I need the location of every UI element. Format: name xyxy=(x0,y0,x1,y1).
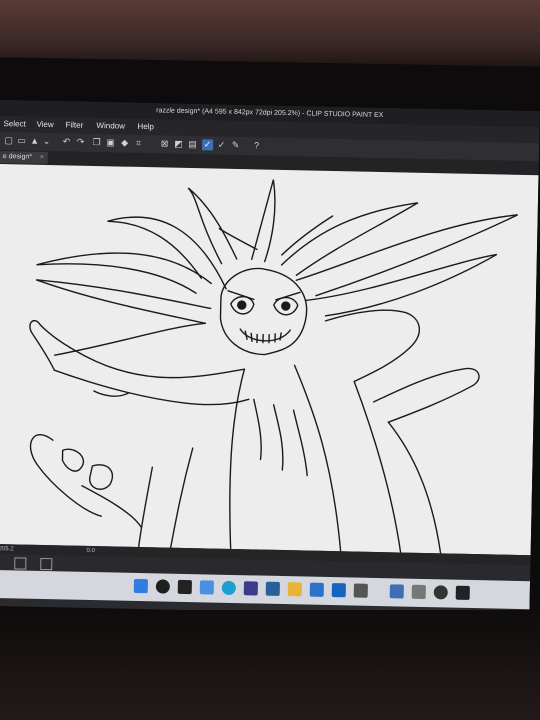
mail-icon[interactable] xyxy=(309,582,324,597)
paint-icon[interactable] xyxy=(455,585,470,600)
help-icon[interactable]: ? xyxy=(251,140,262,151)
settings-icon[interactable] xyxy=(353,583,368,598)
save-icon[interactable]: ▲ xyxy=(29,136,40,147)
copy-icon[interactable]: ❐ xyxy=(91,137,102,148)
ruler-icon[interactable]: ▤ xyxy=(187,139,198,150)
panel-icon[interactable] xyxy=(14,557,27,570)
search-icon[interactable] xyxy=(155,579,170,594)
angle-value[interactable]: 0.0 xyxy=(86,546,95,556)
pen-icon[interactable]: ✎ xyxy=(230,140,241,151)
menu-window[interactable]: Window xyxy=(96,118,125,135)
menu-help[interactable]: Help xyxy=(137,119,154,135)
tab-label: e design* xyxy=(2,153,33,161)
widgets-icon[interactable] xyxy=(199,580,214,595)
checkmark-icon[interactable]: ✓ xyxy=(216,140,227,151)
panel-icon[interactable] xyxy=(40,557,53,571)
grid-icon[interactable]: ⊠ xyxy=(159,138,170,149)
menu-filter[interactable]: Filter xyxy=(65,117,83,133)
redo-icon[interactable]: ↷ xyxy=(75,137,86,148)
chevron-down-icon[interactable]: ⌄ xyxy=(41,136,52,147)
task-view-icon[interactable] xyxy=(177,579,192,595)
edge-icon[interactable] xyxy=(221,580,236,596)
menu-view[interactable]: View xyxy=(36,117,54,133)
tab-document[interactable]: e design* × xyxy=(0,150,49,165)
crop-icon[interactable]: ⌗ xyxy=(133,138,144,149)
lineart-drawing xyxy=(29,179,519,555)
close-icon[interactable]: × xyxy=(40,154,44,161)
snap-icon[interactable]: ◩ xyxy=(173,139,184,150)
drawing-canvas[interactable] xyxy=(0,163,539,556)
menu-select[interactable]: Select xyxy=(3,116,26,132)
checkmark-icon[interactable]: ✓ xyxy=(201,139,214,151)
fill-icon[interactable]: ◆ xyxy=(119,138,130,149)
app-icon[interactable] xyxy=(433,585,448,600)
explorer-icon[interactable] xyxy=(287,582,302,597)
open-icon[interactable]: ▭ xyxy=(16,135,27,146)
monitor-screen: razzle design* (A4 595 x 842px 72dpi 205… xyxy=(0,100,540,618)
photos-icon[interactable] xyxy=(411,584,426,600)
zoom-value[interactable]: 205.2 xyxy=(0,544,14,554)
desk-area xyxy=(0,610,540,720)
clip-studio-icon[interactable] xyxy=(389,584,404,599)
new-icon[interactable]: ▢ xyxy=(3,135,14,146)
windows-start-icon[interactable] xyxy=(133,578,148,594)
store-icon[interactable] xyxy=(265,581,280,596)
undo-icon[interactable]: ↶ xyxy=(61,136,72,147)
paste-icon[interactable]: ▣ xyxy=(105,137,116,148)
calendar-icon[interactable] xyxy=(243,581,258,596)
dropbox-icon[interactable] xyxy=(331,583,346,598)
